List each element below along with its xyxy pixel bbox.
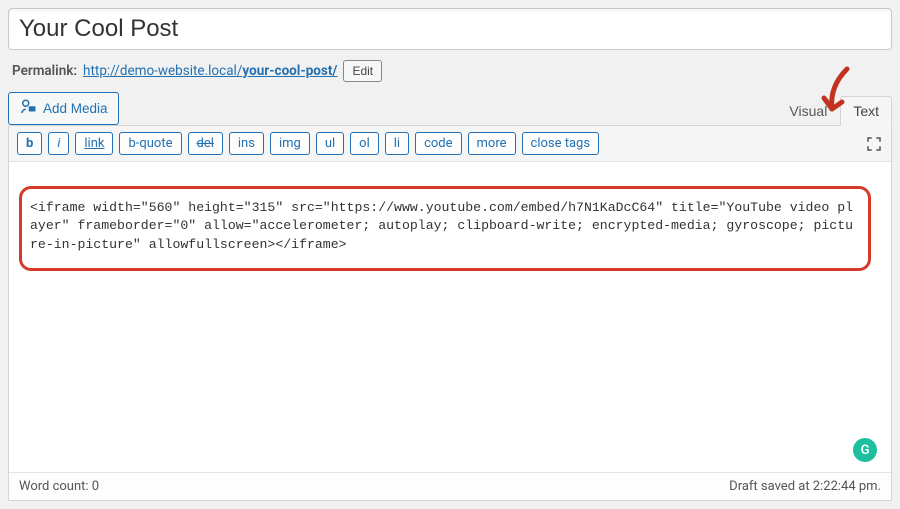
editor-tabs: Visual Text — [776, 95, 892, 125]
qt-li-button[interactable]: li — [385, 132, 409, 155]
qt-img-button[interactable]: img — [270, 132, 310, 155]
permalink-label: Permalink: — [12, 63, 77, 79]
add-media-label: Add Media — [43, 101, 108, 116]
editor-content-highlight: <iframe width="560" height="315" src="ht… — [19, 186, 871, 271]
qt-del-button[interactable]: del — [188, 132, 223, 155]
qt-close-tags-button[interactable]: close tags — [522, 132, 600, 155]
grammarly-icon[interactable]: G — [853, 438, 877, 462]
tab-text[interactable]: Text — [840, 96, 892, 126]
editor-container: b i link b-quote del ins img ul ol li co… — [8, 125, 892, 501]
editor-textarea[interactable]: <iframe width="560" height="315" src="ht… — [9, 162, 891, 472]
media-icon — [19, 98, 37, 119]
permalink-base: http://demo-website.local/ — [83, 63, 242, 79]
qt-italic-button[interactable]: i — [48, 132, 69, 155]
fullscreen-icon[interactable] — [865, 135, 883, 153]
qt-ol-button[interactable]: ol — [350, 132, 379, 155]
qt-code-button[interactable]: code — [415, 132, 461, 155]
autosave-status: Draft saved at 2:22:44 pm. — [729, 479, 881, 494]
edit-permalink-button[interactable]: Edit — [343, 60, 382, 82]
qt-more-button[interactable]: more — [468, 132, 516, 155]
permalink-row: Permalink: http://demo-website.local/you… — [8, 50, 892, 92]
tab-visual[interactable]: Visual — [776, 96, 840, 126]
permalink-slug: your-cool-post/ — [242, 63, 337, 79]
add-media-button[interactable]: Add Media — [8, 92, 119, 125]
qt-bold-button[interactable]: b — [17, 132, 42, 155]
qt-bquote-button[interactable]: b-quote — [119, 132, 181, 155]
post-title-input[interactable] — [8, 8, 892, 50]
qt-link-button[interactable]: link — [75, 132, 113, 155]
qt-ul-button[interactable]: ul — [316, 132, 344, 155]
word-count: Word count: 0 — [19, 479, 99, 494]
status-bar: Word count: 0 Draft saved at 2:22:44 pm. — [9, 472, 891, 500]
qt-ins-button[interactable]: ins — [229, 132, 264, 155]
permalink-link[interactable]: http://demo-website.local/your-cool-post… — [83, 63, 337, 79]
quicktags-toolbar: b i link b-quote del ins img ul ol li co… — [9, 126, 891, 162]
